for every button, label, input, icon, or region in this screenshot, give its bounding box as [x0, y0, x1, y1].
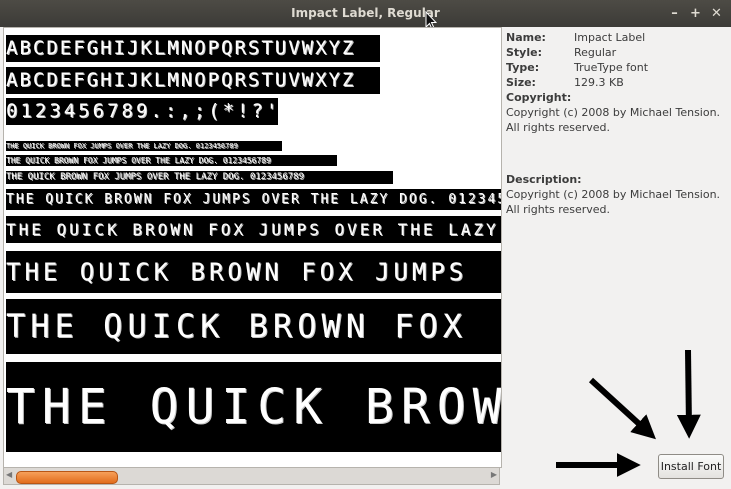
arrow-down-icon — [676, 349, 701, 439]
description-label: Description: — [506, 173, 582, 186]
sample-pangram-8: THE QUICK BROWN FOX JUMPS OVER THE LAZY … — [6, 141, 282, 151]
copyright-line-1: Copyright (c) 2008 by Michael Tension. — [506, 106, 721, 119]
sample-pangram-36: THE QUICK BROWN — [6, 362, 501, 452]
font-preview-area[interactable]: ABCDEFGHIJKLMNOPQRSTUVWXYZ ABCDEFGHIJKLM… — [3, 27, 502, 468]
minimize-icon[interactable]: – — [666, 5, 683, 22]
size-label: Size: — [506, 76, 536, 89]
sample-uppercase-2: ABCDEFGHIJKLMNOPQRSTUVWXYZ — [6, 67, 380, 94]
name-value: Impact Label — [574, 31, 646, 44]
description-line-1: Copyright (c) 2008 by Michael Tension. — [506, 188, 721, 201]
sample-pangram-24: THE QUICK BROWN FOX — [6, 299, 501, 354]
scrollbar-thumb[interactable] — [16, 471, 118, 484]
description-line-2: All rights reserved. — [506, 203, 611, 216]
install-font-button[interactable]: Install Font — [658, 454, 724, 479]
sample-pangram-9: THE QUICK BROWN FOX JUMPS OVER THE LAZY … — [6, 155, 337, 166]
sample-pangram-18: THE QUICK BROWN FOX JUMPS — [6, 251, 501, 293]
window-controls: – + ✕ — [666, 5, 725, 22]
style-value: Regular — [574, 46, 617, 59]
info-size-row: Size: 129.3 KB — [506, 75, 726, 90]
font-info-panel: Name: Impact Label Style: Regular Type: … — [506, 30, 726, 217]
arrow-diagonal-icon — [588, 377, 656, 440]
style-label: Style: — [506, 46, 542, 59]
window-title: Impact Label, Regular — [291, 6, 440, 20]
font-viewer-window: Impact Label, Regular – + ✕ ABCDEFGHIJKL… — [0, 0, 731, 489]
type-value: TrueType font — [574, 61, 649, 74]
copyright-line-2: All rights reserved. — [506, 121, 611, 134]
maximize-icon[interactable]: + — [687, 5, 704, 22]
sample-pangram-12: THE QUICK BROWN FOX JUMPS OVER THE LAZY … — [6, 189, 501, 210]
horizontal-scrollbar[interactable]: ◀ ▶ — [3, 467, 500, 485]
sample-digits-punct: 0123456789.:,;(*!?') — [6, 98, 278, 125]
sample-pangram-10: THE QUICK BROWN FOX JUMPS OVER THE LAZY … — [6, 171, 393, 184]
close-icon[interactable]: ✕ — [708, 5, 725, 22]
size-value: 129.3 KB — [574, 76, 624, 89]
name-label: Name: — [506, 31, 546, 44]
info-name-row: Name: Impact Label — [506, 30, 726, 45]
copyright-label: Copyright: — [506, 91, 572, 104]
info-type-row: Type: TrueType font — [506, 60, 726, 75]
scroll-left-icon[interactable]: ◀ — [6, 470, 12, 479]
info-style-row: Style: Regular — [506, 45, 726, 60]
scroll-right-icon[interactable]: ▶ — [491, 470, 497, 479]
sample-uppercase-1: ABCDEFGHIJKLMNOPQRSTUVWXYZ — [6, 35, 380, 62]
sample-pangram-14: THE QUICK BROWN FOX JUMPS OVER THE LAZY … — [6, 216, 501, 243]
type-label: Type: — [506, 61, 540, 74]
title-bar[interactable]: Impact Label, Regular – + ✕ — [0, 0, 731, 30]
